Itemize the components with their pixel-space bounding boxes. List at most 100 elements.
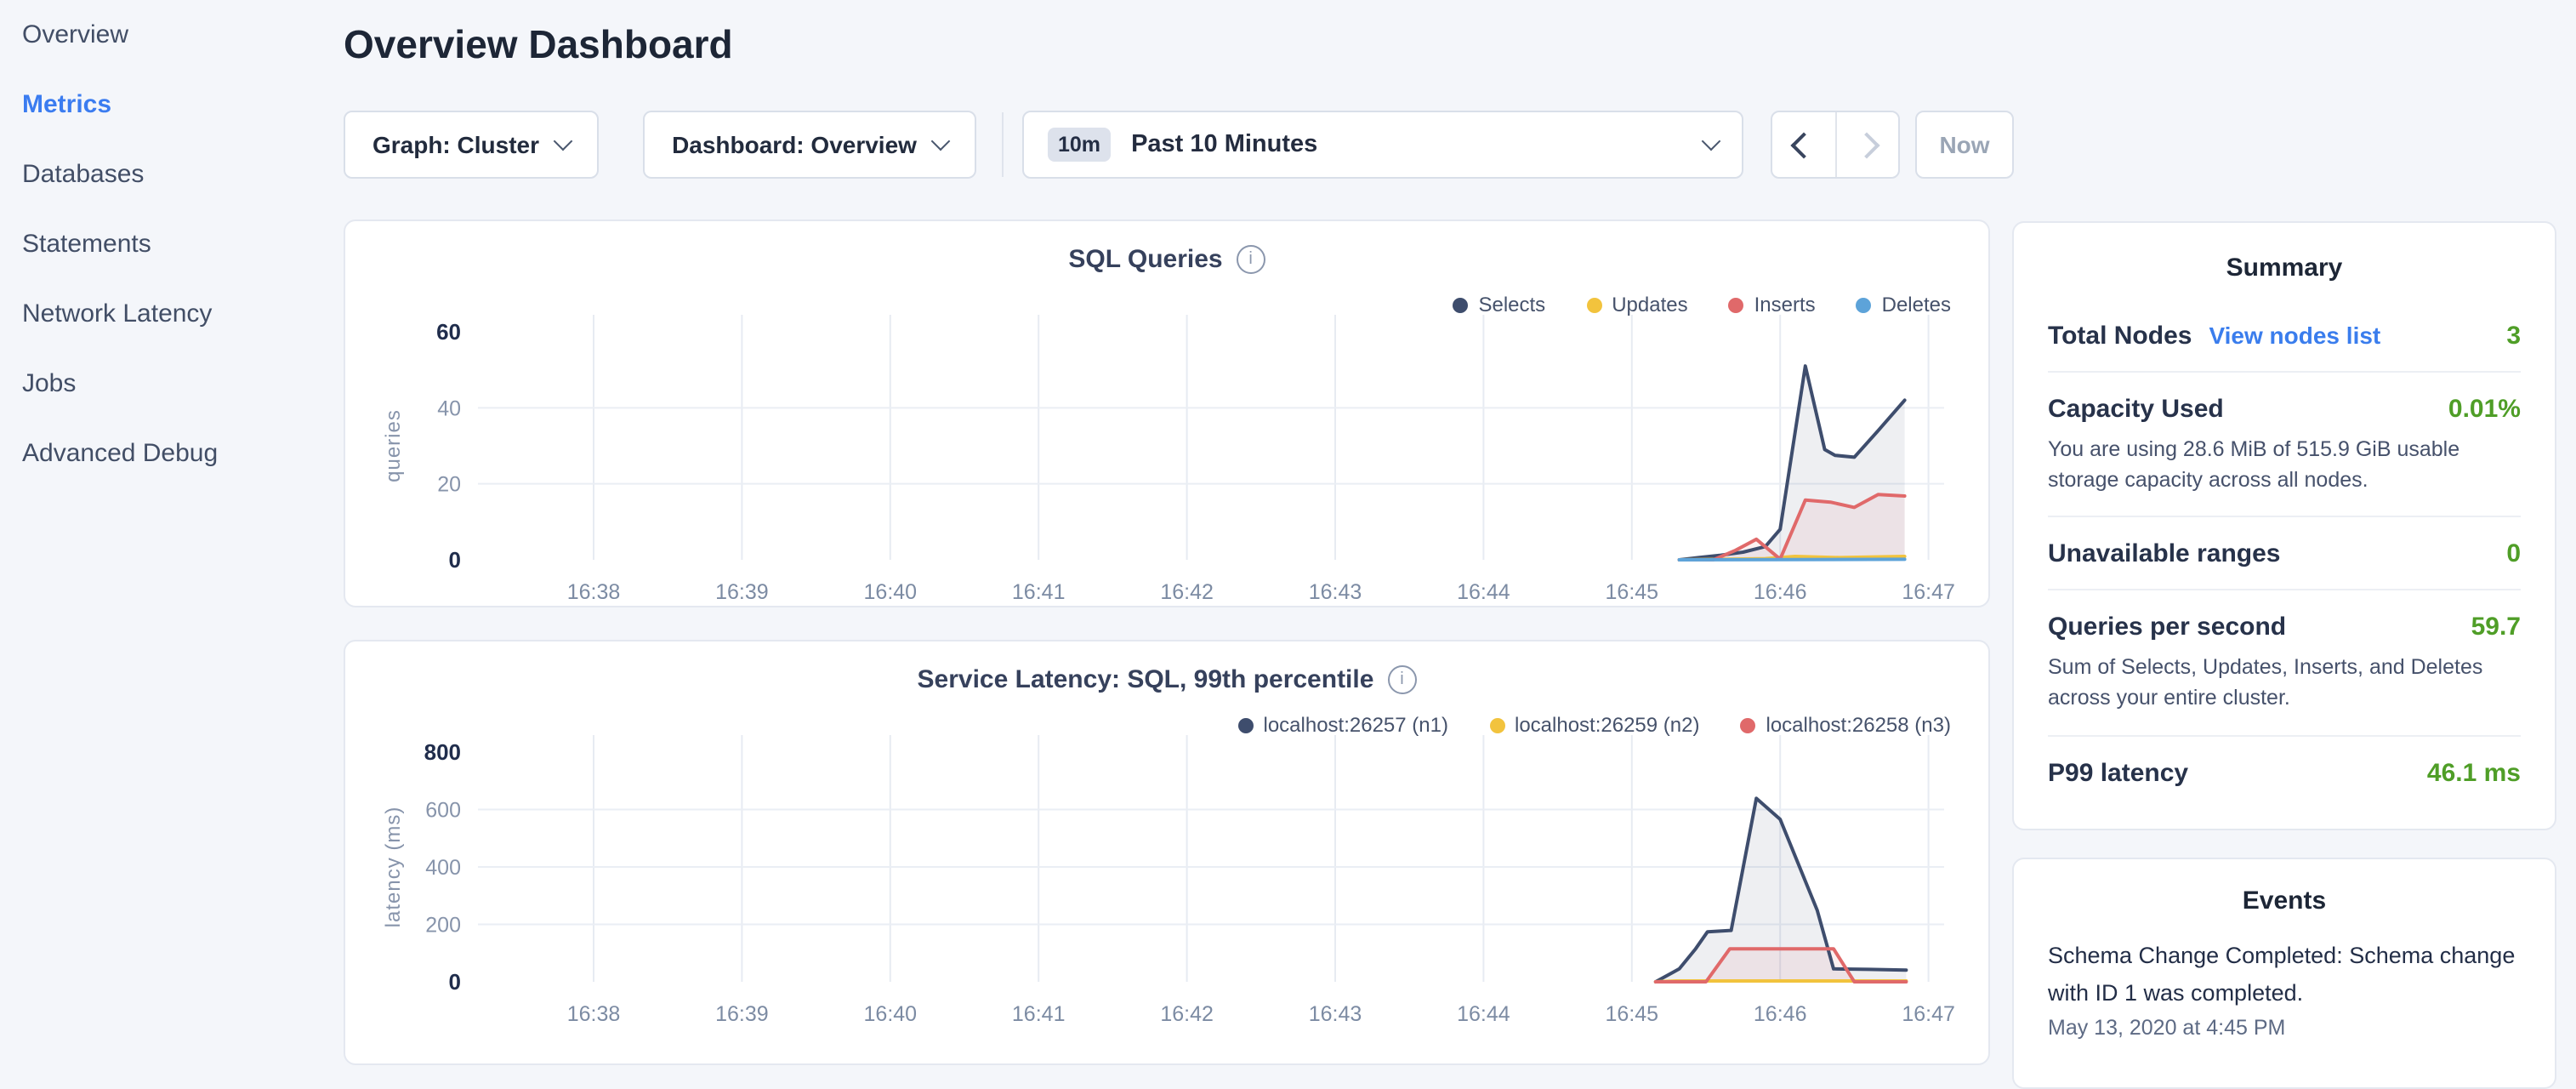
svg-text:40: 40 bbox=[437, 396, 461, 420]
summary-label: Unavailable ranges bbox=[2048, 540, 2280, 569]
prev-time-button[interactable] bbox=[1772, 112, 1836, 177]
legend-item-inserts[interactable]: Inserts bbox=[1729, 293, 1816, 316]
dashboard-dropdown-label: Dashboard: Overview bbox=[672, 131, 917, 158]
summary-row-p99-latency: P99 latency 46.1 ms bbox=[2048, 736, 2521, 807]
toolbar-divider bbox=[1002, 112, 1004, 177]
events-title: Events bbox=[2048, 887, 2521, 915]
chart-legend: Selects Updates Inserts Deletes bbox=[1453, 293, 1951, 316]
legend-dot bbox=[1453, 297, 1468, 312]
legend-label: Deletes bbox=[1882, 293, 1951, 316]
event-timestamp: May 13, 2020 at 4:45 PM bbox=[2048, 1015, 2521, 1039]
svg-text:16:45: 16:45 bbox=[1606, 1002, 1659, 1026]
summary-row-unavailable-ranges: Unavailable ranges 0 bbox=[2048, 518, 2521, 591]
summary-panel: Summary Total Nodes View nodes list 3 Ca… bbox=[2012, 221, 2556, 830]
chart-plot[interactable]: 16:3816:3916:4016:4116:4216:4316:4416:45… bbox=[345, 221, 1992, 609]
legend-dot bbox=[1857, 297, 1872, 312]
chevron-down-icon bbox=[554, 132, 573, 151]
time-step-group bbox=[1771, 111, 1900, 179]
series-line-deletes bbox=[1680, 559, 1905, 560]
summary-value: 3 bbox=[2506, 322, 2521, 351]
legend-label: Inserts bbox=[1754, 293, 1816, 316]
summary-label: Queries per second bbox=[2048, 613, 2286, 642]
sidebar-item-jobs[interactable]: Jobs bbox=[0, 349, 340, 419]
legend-dot bbox=[1238, 717, 1254, 733]
svg-text:16:44: 16:44 bbox=[1457, 580, 1510, 604]
svg-text:200: 200 bbox=[425, 914, 461, 938]
event-message[interactable]: Schema Change Completed: Schema change w… bbox=[2048, 938, 2521, 1012]
svg-text:16:47: 16:47 bbox=[1902, 580, 1955, 604]
legend-dot bbox=[1741, 717, 1756, 733]
chart-title-row: SQL Queries bbox=[345, 245, 1988, 274]
summary-row-queries-per-second: Queries per second 59.7 Sum of Selects, … bbox=[2048, 591, 2521, 737]
sidebar-item-advanced-debug[interactable]: Advanced Debug bbox=[0, 419, 340, 488]
chart-legend: localhost:26257 (n1) localhost:26259 (n2)… bbox=[1238, 713, 1952, 737]
summary-label: P99 latency bbox=[2048, 758, 2188, 787]
svg-text:60: 60 bbox=[436, 319, 461, 345]
legend-dot bbox=[1586, 297, 1601, 312]
chart-title: Service Latency: SQL, 99th percentile bbox=[918, 665, 1374, 694]
svg-text:16:41: 16:41 bbox=[1012, 1002, 1066, 1026]
info-icon[interactable] bbox=[1237, 245, 1265, 274]
summary-label: Total Nodes bbox=[2048, 322, 2192, 351]
svg-text:16:39: 16:39 bbox=[715, 1002, 769, 1026]
events-panel: Events Schema Change Completed: Schema c… bbox=[2012, 858, 2556, 1089]
now-button[interactable]: Now bbox=[1915, 111, 2014, 179]
summary-label: Capacity Used bbox=[2048, 395, 2224, 424]
summary-row-capacity-used: Capacity Used 0.01% You are using 28.6 M… bbox=[2048, 373, 2521, 518]
time-range-select[interactable]: 10m Past 10 Minutes bbox=[1022, 111, 1743, 179]
legend-label: localhost:26258 (n3) bbox=[1766, 713, 1952, 737]
legend-item-localhost-26258-n3-[interactable]: localhost:26258 (n3) bbox=[1741, 713, 1952, 737]
sidebar-nav: OverviewMetricsDatabasesStatementsNetwor… bbox=[0, 0, 340, 488]
sidebar-item-metrics[interactable]: Metrics bbox=[0, 70, 340, 140]
summary-value: 46.1 ms bbox=[2427, 758, 2521, 787]
legend-label: Updates bbox=[1612, 293, 1687, 316]
legend-dot bbox=[1489, 717, 1504, 733]
summary-row-total-nodes: Total Nodes View nodes list 3 bbox=[2048, 299, 2521, 373]
svg-text:16:42: 16:42 bbox=[1160, 1002, 1214, 1026]
svg-text:16:47: 16:47 bbox=[1902, 1002, 1955, 1026]
time-range-badge: 10m bbox=[1048, 128, 1111, 162]
svg-text:800: 800 bbox=[424, 739, 461, 765]
page-title: Overview Dashboard bbox=[344, 22, 733, 68]
sidebar-item-databases[interactable]: Databases bbox=[0, 140, 340, 209]
svg-text:16:38: 16:38 bbox=[567, 580, 621, 604]
legend-item-updates[interactable]: Updates bbox=[1586, 293, 1687, 316]
svg-text:latency (ms): latency (ms) bbox=[382, 807, 405, 928]
summary-description: Sum of Selects, Updates, Inserts, and De… bbox=[2048, 653, 2521, 715]
view-nodes-link[interactable]: View nodes list bbox=[2209, 322, 2380, 349]
chart-title: SQL Queries bbox=[1068, 245, 1222, 274]
sidebar-item-statements[interactable]: Statements bbox=[0, 209, 340, 279]
legend-item-selects[interactable]: Selects bbox=[1453, 293, 1545, 316]
svg-text:16:45: 16:45 bbox=[1606, 580, 1659, 604]
chart-plot[interactable]: 16:3816:3916:4016:4116:4216:4316:4416:45… bbox=[345, 641, 1992, 1067]
legend-item-localhost-26257-n1-[interactable]: localhost:26257 (n1) bbox=[1238, 713, 1449, 737]
svg-text:600: 600 bbox=[425, 799, 461, 823]
dashboard-dropdown[interactable]: Dashboard: Overview bbox=[643, 111, 976, 179]
chevron-right-icon bbox=[1854, 131, 1880, 157]
legend-item-deletes[interactable]: Deletes bbox=[1857, 293, 1951, 316]
chevron-down-icon bbox=[931, 132, 951, 151]
svg-text:16:38: 16:38 bbox=[567, 1002, 621, 1026]
sidebar-item-network-latency[interactable]: Network Latency bbox=[0, 279, 340, 349]
sidebar-item-overview[interactable]: Overview bbox=[0, 0, 340, 70]
summary-value: 59.7 bbox=[2471, 613, 2521, 642]
svg-text:16:43: 16:43 bbox=[1309, 1002, 1362, 1026]
svg-text:16:40: 16:40 bbox=[864, 580, 918, 604]
chevron-left-icon bbox=[1790, 131, 1817, 157]
svg-text:0: 0 bbox=[449, 969, 461, 995]
svg-text:16:39: 16:39 bbox=[715, 580, 769, 604]
svg-text:16:44: 16:44 bbox=[1457, 1002, 1510, 1026]
summary-title: Summary bbox=[2048, 254, 2521, 282]
legend-label: localhost:26257 (n1) bbox=[1264, 713, 1449, 737]
chart-title-row: Service Latency: SQL, 99th percentile bbox=[345, 665, 1988, 694]
svg-text:16:43: 16:43 bbox=[1309, 580, 1362, 604]
graph-dropdown-label: Graph: Cluster bbox=[372, 131, 539, 158]
legend-item-localhost-26259-n2-[interactable]: localhost:26259 (n2) bbox=[1489, 713, 1700, 737]
next-time-button[interactable] bbox=[1836, 112, 1898, 177]
info-icon[interactable] bbox=[1387, 665, 1416, 694]
svg-text:16:41: 16:41 bbox=[1012, 580, 1066, 604]
svg-text:16:46: 16:46 bbox=[1754, 1002, 1807, 1026]
svg-text:16:46: 16:46 bbox=[1754, 580, 1807, 604]
graph-dropdown[interactable]: Graph: Cluster bbox=[344, 111, 599, 179]
summary-description: You are using 28.6 MiB of 515.9 GiB usab… bbox=[2048, 434, 2521, 496]
